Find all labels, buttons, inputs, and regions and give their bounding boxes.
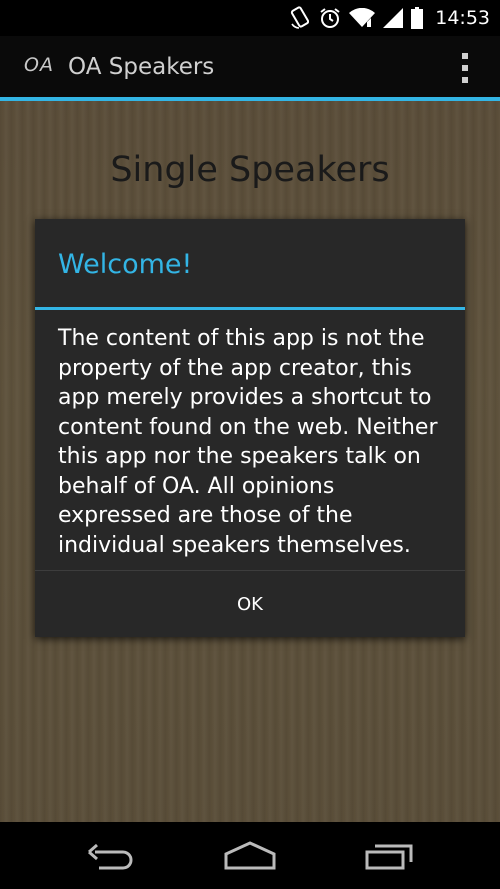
- signal-icon: [383, 8, 404, 28]
- app-logo[interactable]: OA: [24, 54, 54, 76]
- dialog-title: Welcome!: [58, 249, 193, 280]
- navigation-bar: [0, 822, 500, 889]
- status-time: 14:53: [435, 7, 490, 29]
- recents-icon[interactable]: [363, 840, 415, 876]
- home-icon[interactable]: [222, 840, 278, 876]
- battery-icon: [411, 7, 424, 29]
- rotation-icon: [289, 6, 311, 30]
- overflow-dot: [462, 65, 468, 71]
- ok-button[interactable]: OK: [35, 571, 465, 637]
- overflow-dot: [462, 77, 468, 83]
- app-title: OA Speakers: [68, 54, 215, 80]
- status-bar: 14:53: [0, 0, 500, 36]
- status-icons: 14:53: [289, 0, 490, 36]
- back-icon[interactable]: [85, 840, 137, 876]
- overflow-dot: [462, 53, 468, 59]
- overflow-menu-icon[interactable]: [460, 53, 470, 83]
- dialog-message: The content of this app is not the prope…: [58, 326, 438, 558]
- alarm-icon: [319, 7, 341, 29]
- wifi-icon: [349, 8, 376, 28]
- page-heading: Single Speakers: [110, 150, 390, 190]
- welcome-dialog: Welcome! The content of this app is not …: [35, 219, 465, 637]
- dialog-divider: [35, 307, 465, 310]
